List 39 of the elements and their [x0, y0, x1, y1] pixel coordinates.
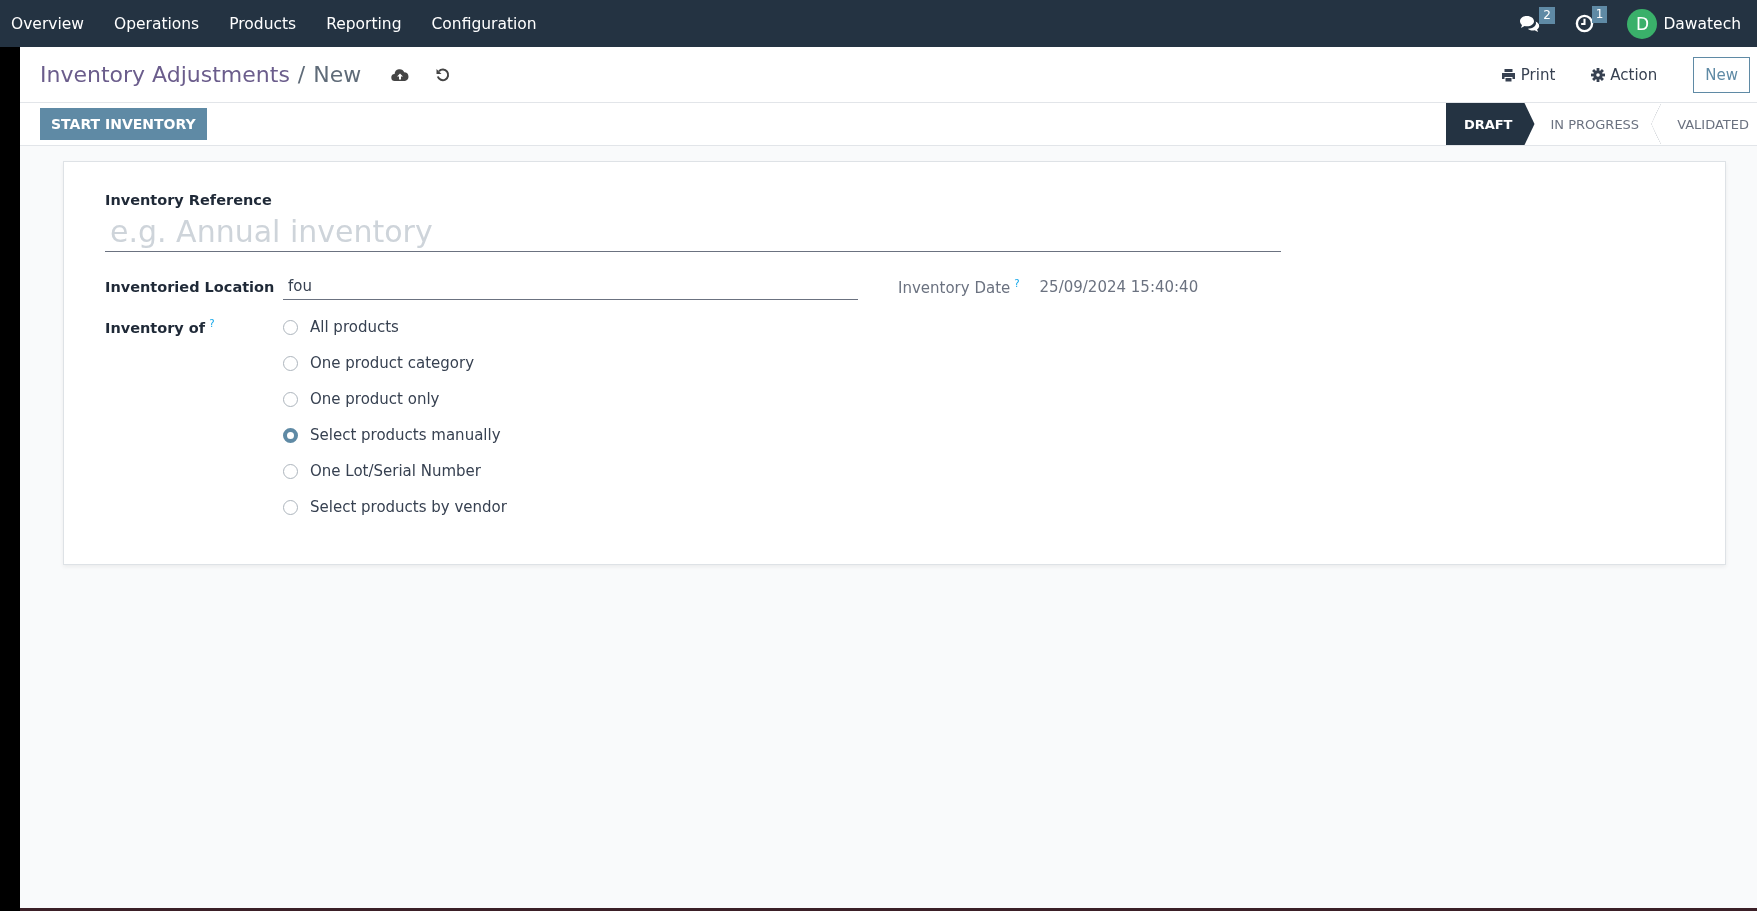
radio-label[interactable]: One Lot/Serial Number	[310, 462, 481, 480]
gear-icon	[1591, 67, 1606, 82]
message-count-badge: 2	[1539, 6, 1555, 24]
new-button[interactable]: New	[1693, 56, 1750, 93]
menu-item[interactable]: Reporting	[311, 14, 417, 33]
menu-item[interactable]: Operations	[99, 14, 215, 33]
cloud-upload-icon[interactable]	[391, 67, 410, 82]
clock-icon[interactable]	[1574, 14, 1594, 33]
radio-button[interactable]	[283, 355, 298, 371]
radio-label[interactable]: All products	[310, 318, 399, 336]
field-label: Inventory Reference	[105, 192, 273, 208]
field-label: Inventoried Location	[105, 279, 276, 295]
radio-label[interactable]: One product category	[310, 354, 475, 372]
printer-icon	[1500, 67, 1516, 82]
radio-button[interactable]	[283, 427, 298, 443]
radio-label[interactable]: Select products manually	[310, 426, 501, 444]
radio-label[interactable]: Select products by vendor	[310, 498, 507, 516]
breadcrumb-separator: /	[297, 62, 306, 87]
menu-item[interactable]: Products	[214, 14, 312, 33]
undo-icon[interactable]	[435, 66, 452, 83]
chat-bubbles-icon[interactable]	[1519, 14, 1542, 33]
radio-button[interactable]	[283, 391, 298, 407]
page-title: New	[313, 62, 362, 87]
radio-label[interactable]: One product only	[310, 390, 440, 408]
field-label: Inventory Date	[898, 278, 1011, 297]
action-button[interactable]: Action	[1585, 64, 1664, 85]
radio-button[interactable]	[283, 499, 298, 515]
activity-count-badge: 1	[1591, 6, 1608, 23]
user-name[interactable]: Dawatech	[1663, 14, 1741, 33]
date-value: 25/09/2024 15:40:40	[1039, 278, 1199, 296]
field-label: Inventory of	[105, 320, 206, 336]
print-button[interactable]: Print	[1494, 64, 1562, 85]
menu-item[interactable]: Overview	[11, 14, 99, 33]
breadcrumb-link[interactable]: Inventory Adjustments	[40, 62, 290, 87]
status-stage[interactable]: DRAFT	[1445, 103, 1535, 145]
radio-button[interactable]	[283, 319, 298, 335]
menu-item[interactable]: Configuration	[416, 14, 552, 33]
start-inventory-button[interactable]: START INVENTORY	[40, 108, 207, 140]
radio-button[interactable]	[283, 463, 298, 479]
